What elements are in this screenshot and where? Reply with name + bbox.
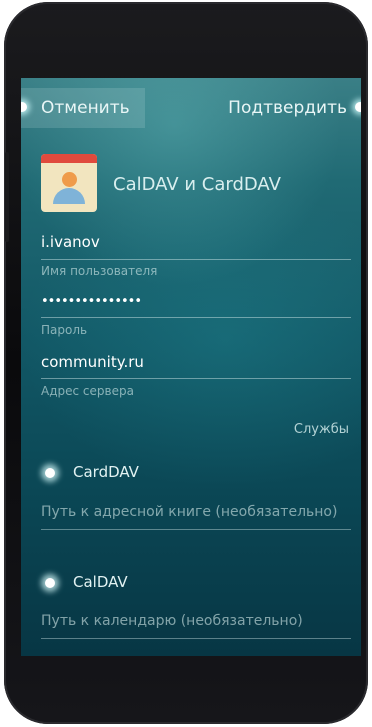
cancel-glow-indicator [21,102,27,112]
server-value: community.ru [41,353,144,371]
calendar-bar [41,154,97,163]
side-button [5,152,9,242]
server-underline [41,378,351,379]
carddav-path-input[interactable]: Путь к адресной книге (необязательно) [41,504,351,520]
carddav-label: CardDAV [73,463,139,481]
account-title: CalDAV и CardDAV [113,174,281,195]
phone-frame: Отменить Подтвердить CalDAV и CardDAV i.… [4,2,368,724]
confirm-glow-indicator [355,102,361,112]
caldav-enabled-indicator [45,578,55,588]
services-heading: Службы [293,422,349,437]
username-value: i.ivanov [41,233,100,251]
username-underline [41,259,351,260]
password-label: Пароль [41,323,88,337]
cancel-button[interactable]: Отменить [21,88,145,128]
confirm-button-label: Подтвердить [228,98,347,118]
username-label: Имя пользователя [41,264,158,278]
caldav-path-input[interactable]: Путь к календарю (необязательно) [41,613,351,629]
account-setup-screen: Отменить Подтвердить CalDAV и CardDAV i.… [21,78,361,656]
cancel-button-label: Отменить [41,98,130,118]
caldav-toggle[interactable]: CalDAV [21,568,361,598]
dialog-header: Отменить Подтвердить [21,88,361,128]
password-value: ••••••••••••••• [41,294,142,309]
confirm-button[interactable]: Подтвердить [228,88,361,128]
contacts-calendar-app-icon [41,154,97,212]
carddav-toggle[interactable]: CardDAV [21,458,361,488]
carddav-path-underline [41,529,351,530]
person-body [53,188,85,204]
password-underline [41,317,351,318]
caldav-label: CalDAV [73,573,128,591]
caldav-path-underline [41,638,351,639]
person-head [62,172,77,187]
carddav-enabled-indicator [45,468,55,478]
server-label: Адрес сервера [41,384,134,398]
